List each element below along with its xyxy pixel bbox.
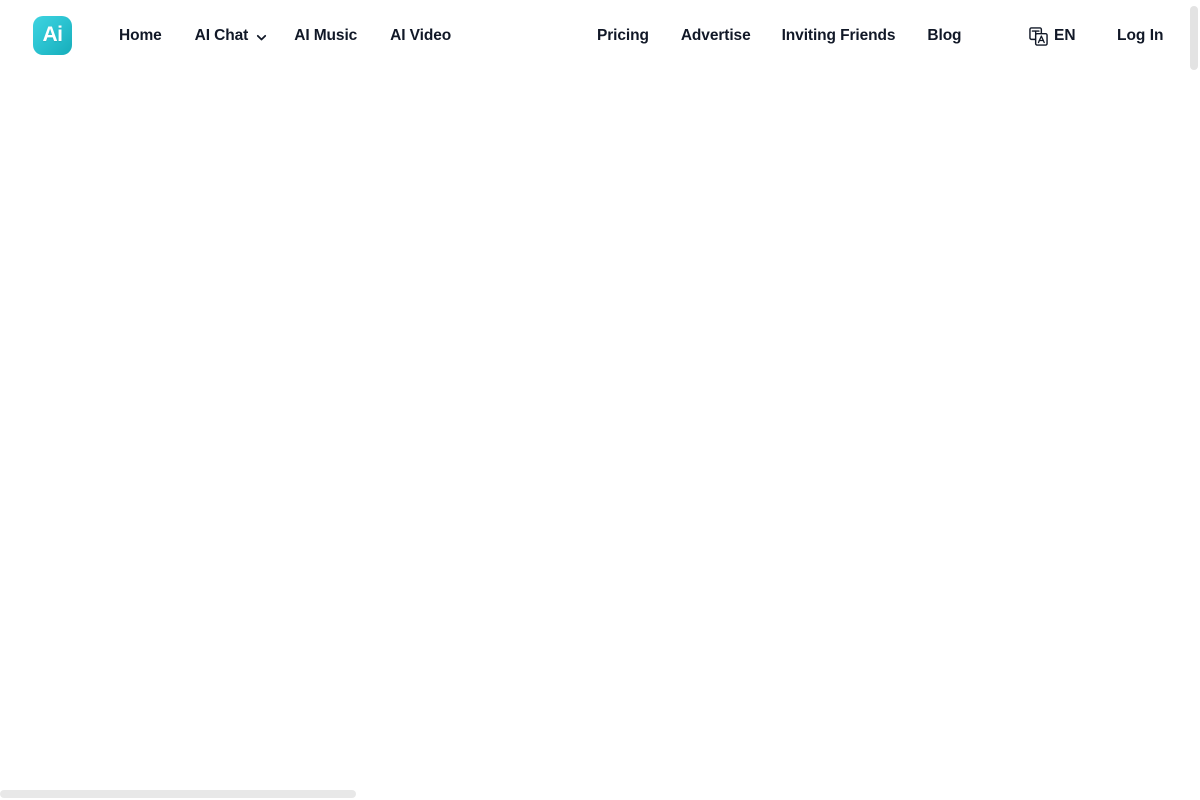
- nav-item-home-label: Home: [119, 27, 162, 45]
- nav-item-home[interactable]: Home: [119, 28, 162, 44]
- brand-logo[interactable]: Ai: [33, 16, 72, 55]
- nav-item-advertise-label: Advertise: [680, 27, 751, 45]
- main-content-area: [0, 72, 1188, 788]
- translate-icon: [1029, 26, 1048, 46]
- nav-item-pricing[interactable]: Pricing: [597, 28, 649, 44]
- logo-text: Ai: [42, 23, 64, 46]
- nav-item-blog[interactable]: Blog: [927, 28, 961, 44]
- login-button[interactable]: Log In: [1117, 0, 1164, 72]
- site-header: Ai Home AI Chat AI Music AI Video Pricin…: [0, 0, 1188, 72]
- nav-item-ai-music[interactable]: AI Music: [294, 28, 357, 44]
- nav-item-inviting-friends-label: Inviting Friends: [781, 27, 896, 45]
- chevron-down-icon: [255, 31, 268, 44]
- nav-item-ai-chat-label: AI Chat: [194, 27, 249, 45]
- primary-navigation: Home AI Chat AI Music AI Video: [119, 0, 451, 72]
- page-root: Ai Home AI Chat AI Music AI Video Pricin…: [0, 0, 1200, 800]
- nav-item-inviting-friends[interactable]: Inviting Friends: [782, 28, 896, 44]
- nav-item-pricing-label: Pricing: [597, 27, 649, 45]
- nav-item-ai-video-label: AI Video: [390, 27, 452, 45]
- vertical-scrollbar-thumb[interactable]: [1190, 6, 1198, 70]
- language-code: EN: [1054, 27, 1076, 45]
- login-button-label: Log In: [1117, 27, 1164, 45]
- vertical-scrollbar-track[interactable]: [1188, 0, 1200, 788]
- nav-item-ai-video[interactable]: AI Video: [390, 28, 451, 44]
- secondary-navigation: Pricing Advertise Inviting Friends Blog: [597, 0, 962, 72]
- horizontal-scrollbar-track[interactable]: [0, 788, 1200, 800]
- nav-item-ai-music-label: AI Music: [294, 27, 358, 45]
- language-selector[interactable]: EN: [1029, 0, 1076, 72]
- horizontal-scrollbar-thumb[interactable]: [0, 790, 356, 798]
- nav-item-advertise[interactable]: Advertise: [681, 28, 751, 44]
- nav-item-blog-label: Blog: [927, 27, 962, 45]
- nav-item-ai-chat[interactable]: AI Chat: [195, 28, 269, 44]
- ai-logo-icon: Ai: [33, 16, 72, 55]
